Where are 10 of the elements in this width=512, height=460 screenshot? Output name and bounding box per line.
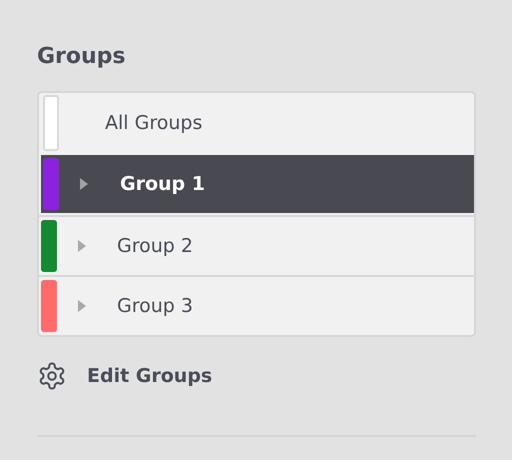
caret-icon[interactable] [77, 240, 87, 252]
group-item[interactable]: Group 3 [39, 275, 474, 335]
group-item[interactable]: Group 1 [41, 155, 474, 213]
section-title: Groups [37, 44, 127, 69]
caret-icon[interactable] [77, 300, 87, 312]
edit-groups-button[interactable]: Edit Groups [37, 361, 212, 391]
group-item[interactable]: All Groups [39, 93, 474, 153]
settings-icon [37, 361, 67, 391]
caret-icon[interactable] [79, 178, 89, 190]
group-item[interactable]: Group 2 [39, 215, 474, 275]
